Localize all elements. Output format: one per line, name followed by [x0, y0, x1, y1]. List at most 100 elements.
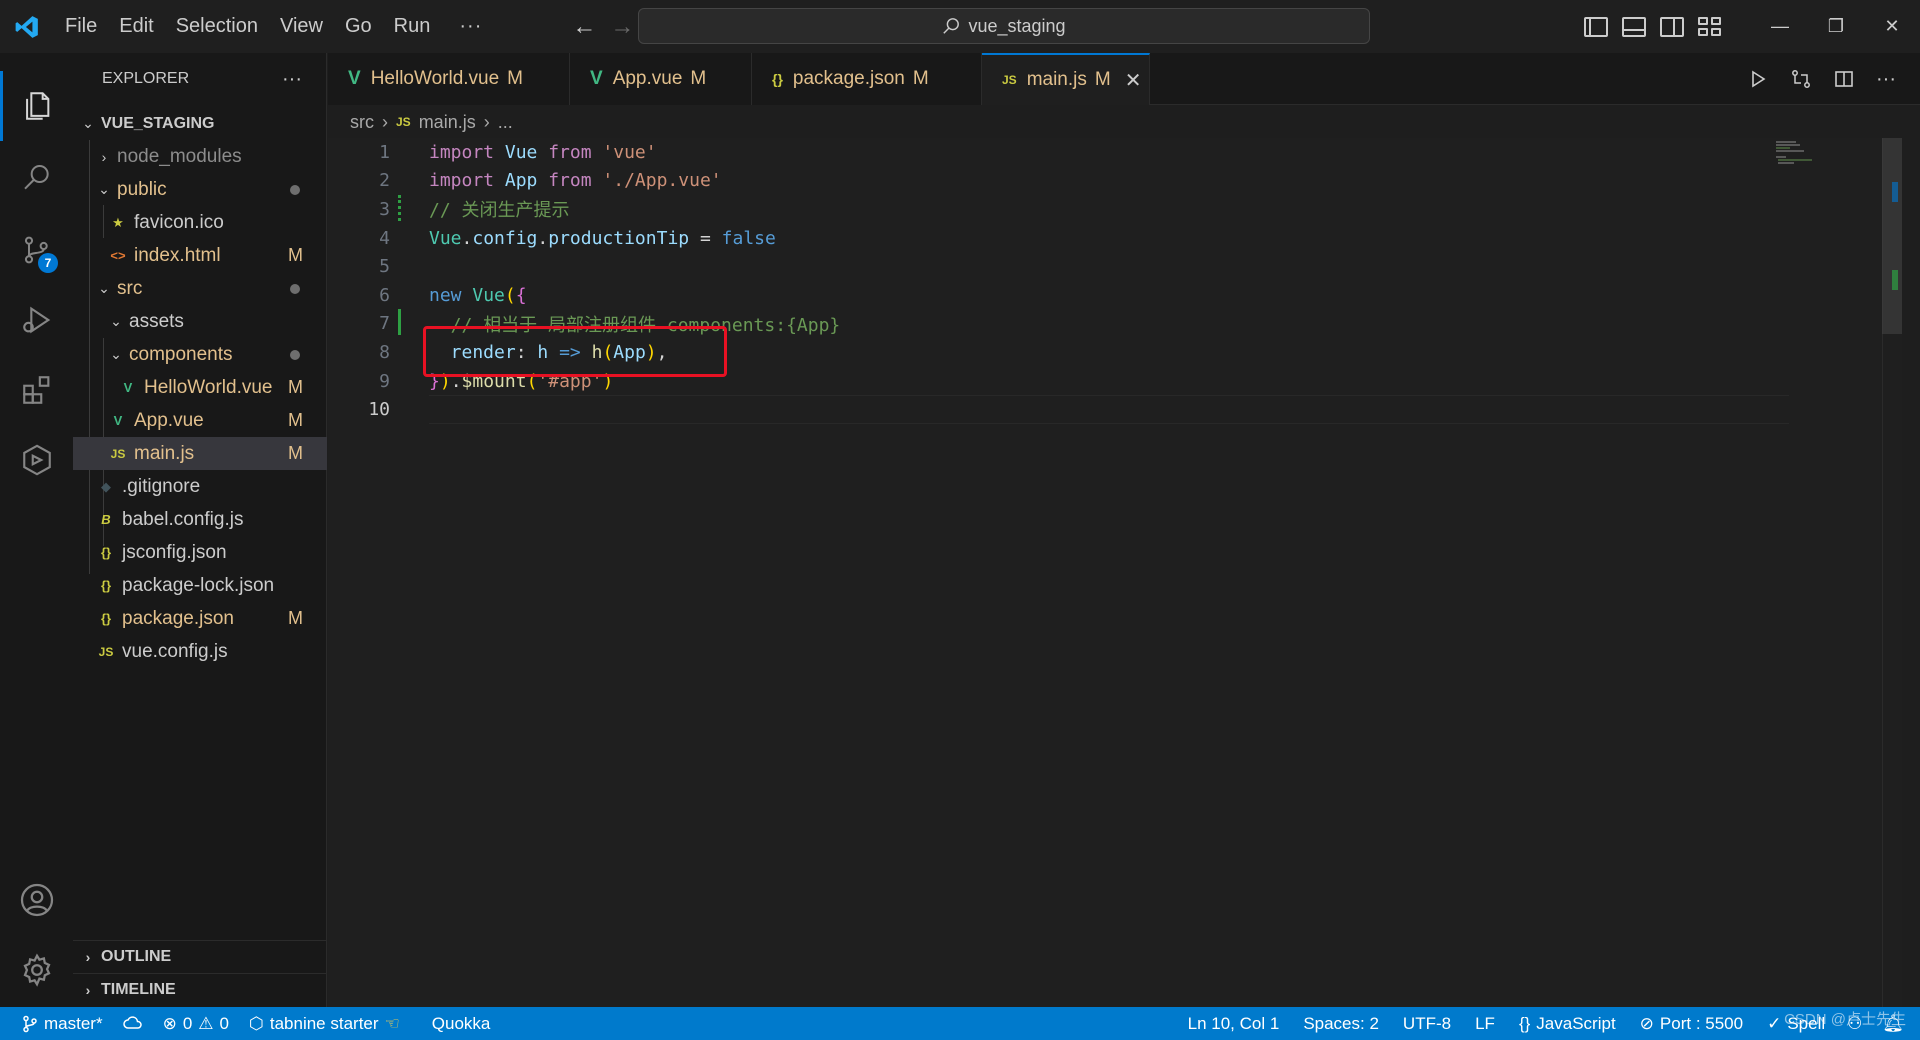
code-line: 1 import Vue from 'vue' [328, 138, 1788, 167]
menu-more-button[interactable]: ··· [441, 15, 500, 38]
tree-item-helloworld-vue[interactable]: V HelloWorld.vue M [73, 371, 327, 404]
menu-selection[interactable]: Selection [165, 0, 269, 53]
breadcrumb-symbol[interactable]: ... [498, 112, 513, 133]
code-line: 4 Vue.config.productionTip = false [328, 224, 1788, 253]
tree-item-assets[interactable]: ⌄ assets [73, 305, 327, 338]
toggle-primary-sidebar-icon[interactable] [1584, 16, 1608, 37]
chevron-down-icon: ⌄ [98, 181, 110, 197]
breadcrumb-folder[interactable]: src [350, 112, 374, 133]
tree-item-gitignore[interactable]: ◆ .gitignore [73, 470, 327, 503]
history-navigation: ← → [572, 13, 634, 41]
chevron-down-icon: ⌄ [110, 313, 122, 329]
breadcrumb-file[interactable]: main.js [419, 112, 476, 133]
run-debug-icon[interactable] [0, 285, 73, 355]
close-window-button[interactable]: ✕ [1864, 0, 1920, 53]
chevron-right-icon: › [101, 148, 107, 165]
tab-helloworld-vue[interactable]: V HelloWorld.vue M [328, 53, 570, 105]
chevron-right-icon: › [382, 111, 388, 132]
extensions-icon[interactable] [0, 355, 73, 425]
menu-go[interactable]: Go [334, 0, 383, 53]
status-bar: master* ⊗ 0 ⚠ 0 ⬡ tabnine starter ☜ Quok… [0, 1007, 1920, 1040]
menu-file[interactable]: File [54, 0, 108, 53]
live-server-status[interactable]: ⊘ Port : 5500 [1628, 1014, 1755, 1034]
activity-bar: 7 [0, 53, 73, 1007]
source-control-badge: 7 [38, 253, 58, 273]
tree-item-components[interactable]: ⌄ components [73, 338, 327, 371]
remote-explorer-icon[interactable] [0, 425, 73, 495]
indentation-status[interactable]: Spaces: 2 [1291, 1014, 1391, 1034]
git-branch-status[interactable]: master* [0, 1014, 113, 1034]
tree-item-src[interactable]: ⌄ src [73, 272, 327, 305]
settings-gear-icon[interactable] [0, 935, 73, 1005]
problems-status[interactable]: ⊗ 0 ⚠ 0 [153, 1014, 239, 1034]
workspace-folder-row[interactable]: ⌄ VUE_STAGING [73, 107, 327, 140]
accounts-icon[interactable] [0, 865, 73, 935]
sync-status[interactable] [113, 1015, 153, 1032]
vertical-scrollbar[interactable] [1882, 138, 1902, 1007]
port-blocked-icon: ⊘ [1639, 1013, 1654, 1033]
tree-item-app-vue[interactable]: V App.vue M [73, 404, 327, 437]
forward-arrow-icon[interactable]: → [610, 13, 634, 41]
html-file-icon: <> [110, 248, 126, 263]
tab-main-js[interactable]: JS main.js M ✕ [982, 53, 1150, 105]
chevron-down-icon: ⌄ [110, 346, 122, 362]
tree-item-package-json[interactable]: {} package.json M [73, 602, 327, 635]
restore-button[interactable]: ❐ [1808, 0, 1864, 53]
line-number: 8 [379, 341, 390, 363]
explorer-sidebar: EXPLORER ··· ⌄ VUE_STAGING › node_module… [73, 53, 327, 1007]
git-file-icon: ◆ [101, 478, 111, 494]
tree-item-node-modules[interactable]: › node_modules [73, 140, 327, 173]
toggle-secondary-sidebar-icon[interactable] [1660, 16, 1684, 37]
cursor-position-status[interactable]: Ln 10, Col 1 [1176, 1014, 1292, 1034]
quokka-status[interactable]: Quokka [422, 1014, 501, 1034]
scrollbar-marker [1892, 182, 1898, 202]
minimize-button[interactable]: — [1752, 0, 1808, 53]
explorer-more-button[interactable]: ··· [282, 68, 302, 91]
more-actions-icon[interactable]: ··· [1876, 68, 1896, 91]
code-editor[interactable]: 1 import Vue from 'vue' 2 import App fro… [328, 138, 1902, 1007]
menu-run[interactable]: Run [383, 0, 442, 53]
split-editor-icon[interactable] [1834, 69, 1854, 89]
back-arrow-icon[interactable]: ← [572, 13, 596, 41]
line-number: 5 [379, 256, 390, 278]
explorer-header: EXPLORER ··· [73, 53, 326, 105]
file-tree: ⌄ VUE_STAGING › node_modules ⌄ public ★ … [73, 107, 327, 668]
tree-item-favicon[interactable]: ★ favicon.ico [73, 206, 327, 239]
menu-view[interactable]: View [269, 0, 334, 53]
code-text: new Vue({ [429, 284, 527, 306]
chevron-down-icon: ⌄ [98, 280, 110, 296]
tree-item-vue-config[interactable]: JS vue.config.js [73, 635, 327, 668]
eol-status[interactable]: LF [1463, 1014, 1507, 1034]
minimap[interactable] [1768, 138, 1818, 168]
encoding-status[interactable]: UTF-8 [1391, 1014, 1463, 1034]
current-line-highlight [429, 395, 1789, 424]
timeline-section[interactable]: › TIMELINE [73, 973, 327, 1006]
tree-item-public[interactable]: ⌄ public [73, 173, 327, 206]
close-tab-icon[interactable]: ✕ [1125, 68, 1142, 93]
pointing-hand-icon: ☜ [384, 1013, 400, 1033]
tree-item-package-lock[interactable]: {} package-lock.json [73, 569, 327, 602]
customize-layout-icon[interactable] [1698, 16, 1722, 37]
language-mode-status[interactable]: {} JavaScript [1507, 1014, 1628, 1034]
tree-item-main-js[interactable]: JS main.js M [73, 437, 327, 470]
code-line: 2 import App from './App.vue' [328, 167, 1788, 196]
source-control-icon[interactable]: 7 [0, 215, 73, 285]
tree-item-jsconfig[interactable]: {} jsconfig.json [73, 536, 327, 569]
annotation-highlight-box [423, 326, 727, 377]
csdn-watermark: CSDN @卢士先生 [1784, 1011, 1906, 1028]
modified-dot [290, 184, 300, 195]
tab-app-vue[interactable]: V App.vue M [570, 53, 752, 105]
explorer-icon[interactable] [0, 71, 73, 141]
tree-item-babel-config[interactable]: B babel.config.js [73, 503, 327, 536]
menu-edit[interactable]: Edit [108, 0, 164, 53]
search-icon[interactable] [0, 143, 73, 213]
toggle-panel-icon[interactable] [1622, 16, 1646, 37]
tab-package-json[interactable]: {} package.json M [752, 53, 982, 105]
scrollbar-thumb[interactable] [1882, 138, 1902, 334]
compare-changes-icon[interactable] [1790, 68, 1812, 90]
outline-section[interactable]: › OUTLINE [73, 940, 327, 973]
run-code-icon[interactable] [1748, 69, 1768, 89]
tabnine-status[interactable]: ⬡ tabnine starter ☜ [239, 1014, 410, 1034]
command-center-search[interactable]: vue_staging [638, 8, 1370, 44]
tree-item-index-html[interactable]: <> index.html M [73, 239, 327, 272]
